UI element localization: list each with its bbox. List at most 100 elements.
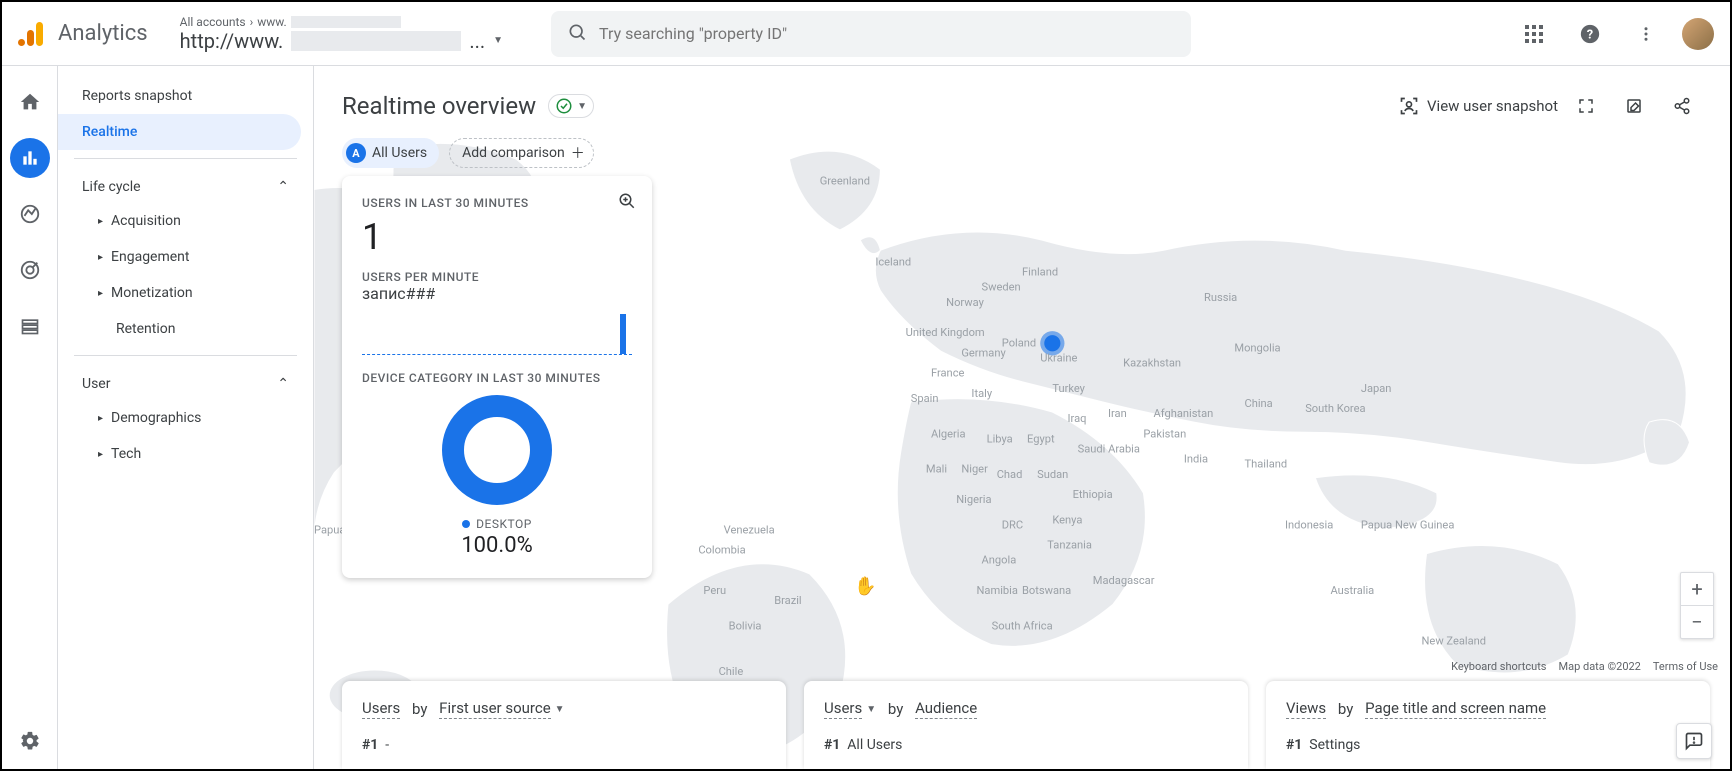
rail-settings-icon[interactable] <box>10 721 50 761</box>
device-category-label: DEVICE CATEGORY IN LAST 30 MINUTES <box>362 371 632 385</box>
sidebar-demographics-label: Demographics <box>111 410 201 426</box>
device-legend-pct: 100.0% <box>461 533 532 558</box>
help-icon[interactable]: ? <box>1570 14 1610 54</box>
svg-text:Mali: Mali <box>926 463 947 476</box>
map-shortcuts-link[interactable]: Keyboard shortcuts <box>1451 660 1546 673</box>
sidebar-realtime[interactable]: Realtime <box>58 114 301 150</box>
avatar[interactable] <box>1682 18 1714 50</box>
map-zoom-in-button[interactable]: + <box>1681 573 1713 605</box>
add-comparison-button[interactable]: Add comparison ＋ <box>449 138 594 168</box>
fullscreen-icon[interactable] <box>1566 86 1606 126</box>
segment-all-users[interactable]: A All Users <box>342 138 439 168</box>
chevron-down-icon[interactable]: ▼ <box>866 704 876 715</box>
sidebar-retention[interactable]: Retention <box>58 311 313 347</box>
svg-text:Algeria: Algeria <box>931 427 966 440</box>
chevron-down-icon: ▼ <box>577 101 587 112</box>
svg-text:Kazakhstan: Kazakhstan <box>1123 357 1181 370</box>
breadcrumb-account: www. <box>257 15 287 29</box>
card3-by: by <box>1338 700 1353 718</box>
status-chip[interactable]: ▼ <box>548 94 594 118</box>
apps-icon[interactable] <box>1514 14 1554 54</box>
view-user-snapshot-button[interactable]: View user snapshot <box>1399 96 1558 116</box>
svg-text:Egypt: Egypt <box>1027 432 1055 445</box>
rail-home-icon[interactable] <box>10 82 50 122</box>
svg-text:Italy: Italy <box>971 387 992 400</box>
svg-text:Ethiopia: Ethiopia <box>1073 488 1113 501</box>
card3-metric[interactable]: Views <box>1286 699 1326 719</box>
rail-advertising-icon[interactable] <box>10 250 50 290</box>
rail-explore-icon[interactable] <box>10 194 50 234</box>
sidebar-reports-snapshot[interactable]: Reports snapshot <box>58 78 301 114</box>
device-legend-label: DESKTOP <box>476 517 532 531</box>
sidebar-tech[interactable]: ▸Tech <box>58 436 313 472</box>
svg-text:India: India <box>1184 453 1208 466</box>
map-zoom-out-button[interactable]: − <box>1681 606 1713 638</box>
svg-text:Angola: Angola <box>982 554 1017 567</box>
main: Realtime overview ▼ View user snapshot <box>314 66 1730 769</box>
svg-text:Madagascar: Madagascar <box>1093 574 1155 587</box>
sidebar-acquisition[interactable]: ▸Acquisition <box>58 203 313 239</box>
card2-dim[interactable]: Audience <box>915 699 977 719</box>
card1-dim[interactable]: First user source <box>439 699 550 719</box>
svg-text:Colombia: Colombia <box>698 544 745 557</box>
sidebar: Reports snapshot Realtime Life cycle ⌃ ▸… <box>58 66 314 769</box>
chevron-down-icon[interactable]: ▼ <box>555 704 565 715</box>
svg-text:Iceland: Iceland <box>875 255 911 268</box>
account-selector[interactable]: All accounts › www. http://www.... ▼ <box>180 15 503 53</box>
map-data-text: Map data ©2022 <box>1559 660 1641 673</box>
analytics-logo-icon <box>18 20 46 48</box>
sidebar-group-lifecycle[interactable]: Life cycle ⌃ <box>58 167 313 203</box>
page-header: Realtime overview ▼ View user snapshot <box>314 66 1730 138</box>
chevron-up-icon: ⌃ <box>277 179 289 195</box>
card3-value: Settings <box>1309 737 1360 753</box>
account-breadcrumb: All accounts › www. <box>180 15 503 29</box>
svg-text:Germany: Germany <box>961 346 1006 359</box>
svg-text:Niger: Niger <box>961 463 988 476</box>
logo[interactable]: Analytics <box>18 20 148 48</box>
svg-text:Poland: Poland <box>1002 336 1036 349</box>
share-icon[interactable] <box>1662 86 1702 126</box>
svg-text:DRC: DRC <box>1002 518 1023 531</box>
zoom-in-icon[interactable] <box>618 192 636 214</box>
card1-metric[interactable]: Users <box>362 699 400 719</box>
feedback-button[interactable] <box>1676 723 1712 759</box>
sidebar-group-user[interactable]: User ⌃ <box>58 364 313 400</box>
users-30-label: USERS IN LAST 30 MINUTES <box>362 196 632 210</box>
pan-cursor-icon: ✋ <box>854 576 876 597</box>
user-focus-icon <box>1399 96 1419 116</box>
svg-text:Venezuela: Venezuela <box>724 523 775 536</box>
svg-text:China: China <box>1245 397 1273 410</box>
card3-dim[interactable]: Page title and screen name <box>1365 699 1546 719</box>
card-users-by-audience: Users ▼ by Audience #1 All Users <box>804 681 1248 769</box>
map-terms-link[interactable]: Terms of Use <box>1653 660 1718 673</box>
svg-text:Chad: Chad <box>997 468 1023 481</box>
sidebar-engagement[interactable]: ▸Engagement <box>58 239 313 275</box>
card-users-by-source: Users by First user source ▼ #1 - <box>342 681 786 769</box>
sidebar-engagement-label: Engagement <box>111 249 189 265</box>
plus-icon: ＋ <box>571 143 585 163</box>
card3-rank: #1 <box>1286 737 1302 753</box>
svg-text:Spain: Spain <box>911 392 939 405</box>
svg-text:Russia: Russia <box>1204 291 1237 304</box>
search-bar[interactable] <box>551 11 1191 57</box>
device-legend: DESKTOP <box>462 517 532 531</box>
sidebar-monetization[interactable]: ▸Monetization <box>58 275 313 311</box>
rail-reports-icon[interactable] <box>10 138 50 178</box>
edit-icon[interactable] <box>1614 86 1654 126</box>
card2-metric[interactable]: Users <box>824 699 862 719</box>
svg-text:France: France <box>931 367 965 380</box>
rail-configure-icon[interactable] <box>10 306 50 346</box>
chevron-down-icon: ▼ <box>493 35 503 46</box>
more-icon[interactable] <box>1626 14 1666 54</box>
search-input[interactable] <box>599 24 1175 43</box>
svg-text:Chile: Chile <box>719 665 744 678</box>
top-actions: View user snapshot <box>1399 86 1702 126</box>
header: Analytics All accounts › www. http://www… <box>2 2 1730 66</box>
svg-text:Pakistan: Pakistan <box>1143 427 1186 440</box>
card1-rank: #1 <box>362 737 378 753</box>
card-views-by-page: Views by Page title and screen name #1 S… <box>1266 681 1710 769</box>
svg-text:Sweden: Sweden <box>982 281 1021 294</box>
sidebar-demographics[interactable]: ▸Demographics <box>58 400 313 436</box>
property-prefix: http://www. <box>180 29 284 53</box>
svg-text:Sudan: Sudan <box>1037 468 1068 481</box>
